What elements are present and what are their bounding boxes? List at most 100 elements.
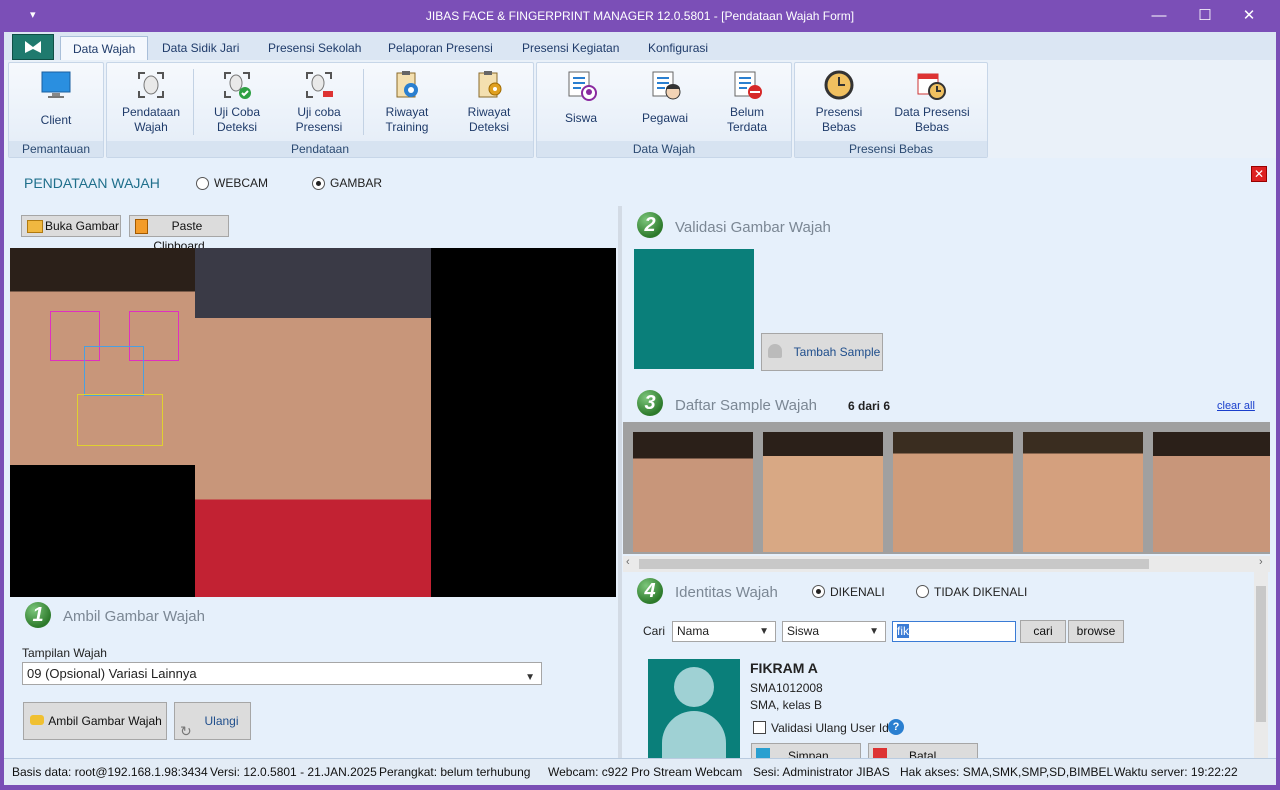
search-input[interactable]: fik bbox=[892, 621, 1016, 642]
step-3-badge: 3 bbox=[637, 390, 663, 416]
revalidate-checkbox[interactable] bbox=[753, 721, 766, 734]
step-2-badge: 2 bbox=[637, 212, 663, 238]
group-title-presensi-bebas: Presensi Bebas bbox=[795, 141, 987, 157]
person-icon bbox=[768, 344, 782, 358]
scroll-left-icon[interactable]: ‹ bbox=[626, 556, 630, 568]
image-canvas[interactable] bbox=[10, 248, 616, 597]
take-image-button[interactable]: Ambil Gambar Wajah bbox=[23, 702, 167, 740]
page-title: PENDATAAN WAJAH bbox=[24, 175, 160, 191]
close-form-icon[interactable]: ✕ bbox=[1251, 166, 1267, 182]
search-type-value: Siswa bbox=[787, 624, 820, 638]
sample-thumbnail[interactable] bbox=[1023, 432, 1143, 552]
status-database: Basis data: root@192.168.1.98:3434 bbox=[12, 765, 208, 779]
group-title-data-wajah: Data Wajah bbox=[537, 141, 791, 157]
riwayat-training-button[interactable]: Riwayat Training bbox=[369, 67, 445, 137]
search-field-select[interactable]: Nama ▼ bbox=[672, 621, 776, 642]
search-field-value: Nama bbox=[677, 624, 710, 638]
ribbon-tab-bar: Data Wajah Data Sidik Jari Presensi Seko… bbox=[4, 32, 1276, 61]
webcam-radio[interactable] bbox=[196, 177, 209, 190]
panel-splitter[interactable] bbox=[618, 206, 622, 758]
help-icon[interactable]: ? bbox=[888, 719, 904, 735]
unregistered-list-icon bbox=[734, 71, 762, 99]
sample-thumbnail[interactable] bbox=[893, 432, 1013, 552]
monitor-icon bbox=[41, 71, 71, 98]
group-pemantauan: Client Pemantauan bbox=[8, 62, 104, 158]
person-class: SMA, kelas B bbox=[750, 698, 823, 712]
step-4-title: Identitas Wajah bbox=[675, 584, 778, 601]
client-label: Client bbox=[40, 113, 72, 127]
paste-clipboard-button[interactable]: Paste Clipboard bbox=[129, 215, 229, 253]
tab-data-wajah[interactable]: Data Wajah bbox=[60, 36, 149, 61]
status-server-time: Waktu server: 19:22:22 bbox=[1114, 765, 1238, 779]
clipboard-gear-icon bbox=[478, 71, 502, 98]
tab-presensi-sekolah[interactable]: Presensi Sekolah bbox=[256, 36, 373, 60]
scrollbar-thumb[interactable] bbox=[1256, 586, 1266, 722]
sample-thumbnail[interactable] bbox=[1153, 432, 1270, 552]
group-presensi-bebas: Presensi Bebas Data Presensi Bebas Prese… bbox=[794, 62, 988, 158]
pendataan-wajah-label: Pendataan Wajah bbox=[121, 105, 181, 134]
tab-presensi-kegiatan[interactable]: Presensi Kegiatan bbox=[510, 36, 631, 60]
step-1-badge: 1 bbox=[25, 602, 51, 628]
folder-icon bbox=[27, 220, 43, 233]
search-type-select[interactable]: Siswa ▼ bbox=[782, 621, 886, 642]
tab-data-sidik-jari[interactable]: Data Sidik Jari bbox=[150, 36, 251, 60]
pegawai-button[interactable]: Pegawai bbox=[627, 67, 703, 137]
camera-icon bbox=[30, 715, 44, 725]
tab-pelaporan-presensi[interactable]: Pelaporan Presensi bbox=[376, 36, 505, 60]
pendataan-wajah-button[interactable]: Pendataan Wajah bbox=[113, 67, 189, 137]
data-presensi-bebas-button[interactable]: Data Presensi Bebas bbox=[893, 67, 971, 137]
tidak-dikenali-radio[interactable] bbox=[916, 585, 929, 598]
mouth-detection-box bbox=[77, 394, 163, 446]
group-title-pemantauan: Pemantauan bbox=[9, 141, 103, 157]
scrollbar-thumb[interactable] bbox=[639, 559, 1149, 569]
revalidate-label: Validasi Ulang User Id bbox=[771, 721, 889, 735]
cancel-icon bbox=[873, 748, 887, 758]
client-button[interactable]: Client bbox=[18, 67, 94, 137]
close-button[interactable]: ✕ bbox=[1226, 0, 1272, 32]
vertical-scrollbar[interactable] bbox=[1254, 572, 1268, 758]
add-sample-button[interactable]: Tambah Sample bbox=[761, 333, 883, 371]
riwayat-training-label: Riwayat Training bbox=[385, 105, 429, 134]
riwayat-deteksi-button[interactable]: Riwayat Deteksi bbox=[451, 67, 527, 137]
browse-button[interactable]: browse bbox=[1068, 620, 1124, 643]
presensi-bebas-button[interactable]: Presensi Bebas bbox=[801, 67, 877, 137]
uji-coba-deteksi-label: Uji Coba Deteksi bbox=[213, 105, 261, 134]
minimize-button[interactable]: — bbox=[1136, 0, 1182, 32]
dikenali-radio[interactable] bbox=[812, 585, 825, 598]
maximize-button[interactable]: ☐ bbox=[1182, 0, 1228, 32]
clipboard-icon bbox=[135, 219, 148, 234]
tab-konfigurasi[interactable]: Konfigurasi bbox=[636, 36, 720, 60]
status-webcam: Webcam: c922 Pro Stream Webcam bbox=[548, 765, 743, 779]
ribbon-separator bbox=[363, 69, 364, 135]
sample-thumbnail[interactable] bbox=[763, 432, 883, 552]
refresh-icon: ↻ bbox=[180, 723, 192, 739]
sample-thumbnail[interactable] bbox=[633, 432, 753, 552]
horizontal-scrollbar[interactable]: ‹ › bbox=[623, 556, 1270, 572]
face-scan-icon bbox=[138, 72, 164, 98]
uji-coba-deteksi-button[interactable]: Uji Coba Deteksi bbox=[199, 67, 275, 137]
group-data-wajah: Siswa Pegawai Belum Terdata Data Wajah bbox=[536, 62, 792, 158]
calendar-clock-icon bbox=[917, 73, 946, 100]
student-list-icon bbox=[568, 71, 597, 101]
pegawai-label: Pegawai bbox=[641, 111, 689, 125]
siswa-button[interactable]: Siswa bbox=[543, 67, 619, 137]
app-menu-button[interactable] bbox=[12, 34, 54, 60]
status-bar: Basis data: root@192.168.1.98:3434 Versi… bbox=[4, 758, 1276, 785]
scroll-right-icon[interactable]: › bbox=[1259, 556, 1263, 568]
search-label: Cari bbox=[643, 624, 666, 638]
clear-all-link[interactable]: clear all bbox=[1217, 400, 1255, 412]
open-image-button[interactable]: Buka Gambar bbox=[21, 215, 121, 237]
status-device: Perangkat: belum terhubung bbox=[379, 765, 531, 779]
gambar-radio[interactable] bbox=[312, 177, 325, 190]
add-sample-label: Tambah Sample bbox=[793, 345, 881, 359]
view-select[interactable]: 09 (Opsional) Variasi Lainnya ▼ bbox=[22, 662, 542, 685]
employee-list-icon bbox=[652, 71, 681, 100]
avatar-body-icon bbox=[662, 711, 726, 758]
uji-coba-presensi-button[interactable]: Uji coba Presensi bbox=[281, 67, 357, 137]
ribbon: Client Pemantauan Pendataan Wajah Uji Co… bbox=[4, 60, 1276, 159]
status-session: Sesi: Administrator JIBAS bbox=[753, 765, 890, 779]
group-pendataan: Pendataan Wajah Uji Coba Deteksi Uji cob… bbox=[106, 62, 534, 158]
search-button[interactable]: cari bbox=[1020, 620, 1066, 643]
belum-terdata-button[interactable]: Belum Terdata bbox=[709, 67, 785, 137]
retry-button[interactable]: ↻ Ulangi bbox=[174, 702, 251, 740]
